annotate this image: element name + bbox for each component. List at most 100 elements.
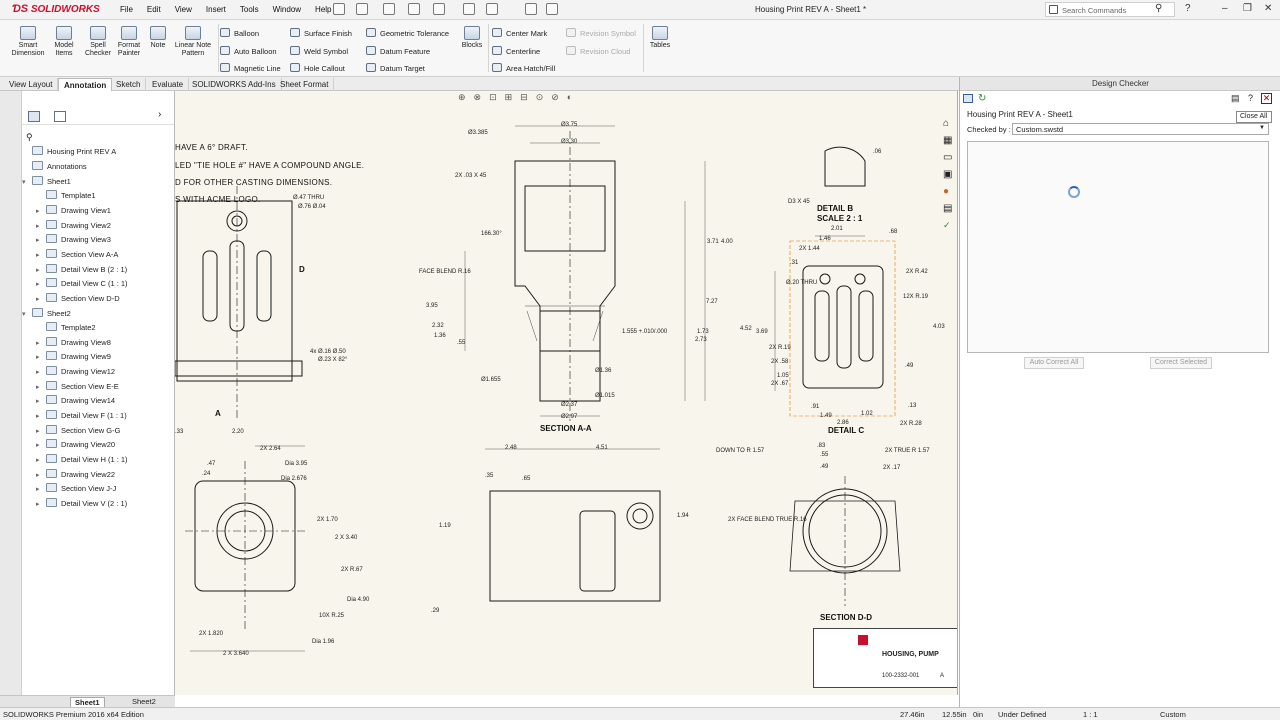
pin-icon[interactable] (333, 3, 345, 15)
dimension-text[interactable]: 7.27 (706, 299, 718, 305)
panel-options-icon[interactable]: ▤ (1231, 93, 1240, 104)
dimension-text[interactable]: 1.36 (434, 333, 446, 339)
save-icon[interactable] (408, 3, 420, 15)
title-block-revision[interactable]: A (940, 673, 944, 679)
tree-item[interactable]: ▸ Detail View F (1 : 1) (36, 410, 127, 424)
custom-properties-icon[interactable]: ▤ (943, 203, 952, 214)
tab-sheet-format[interactable]: Sheet Format (275, 78, 335, 91)
dimension-text[interactable]: 3.69 (756, 329, 768, 335)
dimension-text[interactable]: 1.555 +.010/.000 (622, 329, 667, 335)
section-a-a-label[interactable]: SECTION A-A (540, 424, 592, 433)
dimension-text[interactable]: 2X 1.44 (799, 246, 820, 252)
dimension-text[interactable]: 2X 2.64 (260, 446, 281, 452)
correct-selected-button[interactable]: Correct Selected (1150, 357, 1212, 369)
undo-icon[interactable] (463, 3, 475, 15)
menu-help[interactable]: Help (315, 5, 331, 14)
dimension-text[interactable]: FACE BLEND R.16 (419, 269, 471, 275)
dimension-text[interactable]: .06 (873, 149, 881, 155)
smart-dimension-button[interactable]: Smart Dimension (6, 22, 50, 58)
revision-cloud-button[interactable]: Revision Cloud (566, 46, 630, 56)
expand-arrow-icon[interactable]: ▸ (36, 500, 46, 508)
dimension-text[interactable]: .49 (820, 464, 828, 470)
panel-help-icon[interactable]: ? (1248, 93, 1253, 103)
dimension-text[interactable]: 1.49 (820, 413, 832, 419)
dimension-text[interactable]: .35 (485, 473, 493, 479)
dimension-text[interactable]: 2.86 (837, 420, 849, 426)
spell-checker-button[interactable]: Spell Checker (83, 22, 113, 58)
new-document-icon[interactable] (356, 3, 368, 15)
detail-b-label[interactable]: DETAIL B (817, 204, 853, 213)
check-results-area[interactable] (967, 141, 1269, 353)
expand-arrow-icon[interactable]: ▸ (36, 280, 46, 288)
dimension-text[interactable]: 4.51 (596, 445, 608, 451)
dimension-text[interactable]: Ø1.655 (481, 377, 501, 383)
select-arrow-icon[interactable] (486, 3, 498, 15)
tree-item[interactable]: ▾ Sheet1 (22, 175, 71, 190)
tree-item[interactable]: ▸ Detail View C (1 : 1) (36, 278, 128, 292)
dimension-text[interactable]: Ø1.015 (595, 393, 615, 399)
tree-item[interactable]: Annotations (22, 161, 87, 175)
dimension-text[interactable]: 166.30° (481, 231, 502, 237)
expand-arrow-icon[interactable]: ▸ (36, 236, 46, 244)
menu-window[interactable]: Window (273, 5, 301, 14)
dimension-text[interactable]: .91 (811, 404, 819, 410)
hole-callout-button[interactable]: Hole Callout (290, 63, 345, 73)
menu-edit[interactable]: Edit (147, 5, 161, 14)
dimension-text[interactable]: 2X FACE BLEND TRUE R.16 (728, 517, 807, 523)
dimension-text[interactable]: .31 (790, 260, 798, 266)
detail-c-label[interactable]: DETAIL C (828, 426, 864, 435)
dimension-text[interactable]: Ø3.30 (561, 139, 577, 145)
dimension-text[interactable]: 1.94 (677, 513, 689, 519)
dimension-text[interactable]: Dia 3.95 (285, 461, 307, 467)
dimension-text[interactable]: 2.32 (432, 323, 444, 329)
tree-item[interactable]: ▸ Section View E-E (36, 380, 119, 395)
expand-arrow-icon[interactable]: ▾ (22, 178, 32, 186)
expand-arrow-icon[interactable]: ▸ (36, 441, 46, 449)
save-report-icon[interactable] (963, 94, 973, 103)
dimension-text[interactable]: 12X R.19 (903, 294, 928, 300)
dimension-text[interactable]: 2 X 3.40 (335, 535, 357, 541)
file-explorer-icon[interactable]: ▭ (943, 152, 952, 163)
dimension-text[interactable]: 10X R.25 (319, 613, 344, 619)
help-icon[interactable]: ? (1185, 3, 1191, 14)
minimize-icon[interactable]: – (1222, 3, 1228, 14)
dimension-text[interactable]: 3.95 (426, 303, 438, 309)
dimension-text[interactable]: .24 (202, 471, 210, 477)
expand-arrow-icon[interactable]: ▸ (36, 207, 46, 215)
dimension-text[interactable]: 2.73 (695, 337, 707, 343)
dimension-text[interactable]: Ø3.385 (468, 130, 488, 136)
detail-b-scale[interactable]: SCALE 2 : 1 (817, 214, 862, 223)
dimension-text[interactable]: 2X .17 (883, 465, 900, 471)
search-icon[interactable]: ⚲ (1155, 3, 1162, 14)
expand-arrow-icon[interactable]: ▸ (36, 412, 46, 420)
dimension-text[interactable]: .65 (522, 476, 530, 482)
model-items-button[interactable]: Model Items (50, 22, 78, 58)
tree-item[interactable]: ▸ Detail View V (2 : 1) (36, 497, 127, 512)
expand-arrow-icon[interactable]: ▸ (36, 353, 46, 361)
tree-item[interactable]: ▸ Drawing View20 (36, 439, 115, 453)
dimension-text[interactable]: 2X .67 (771, 381, 788, 387)
expand-arrow-icon[interactable]: ▸ (36, 222, 46, 230)
tree-item[interactable]: ▸ Drawing View1 (36, 204, 111, 219)
expand-arrow-icon[interactable]: ▸ (36, 339, 46, 347)
tree-item[interactable]: ▸ Section View A-A (36, 248, 118, 263)
format-painter-button[interactable]: Format Painter (114, 22, 144, 58)
dimension-text[interactable]: Ø2.37 (561, 402, 577, 408)
tree-item[interactable]: ▸ Section View J-J (36, 483, 116, 497)
dimension-text[interactable]: 2X R.42 (906, 269, 928, 275)
dimension-text[interactable]: .55 (457, 340, 465, 346)
dimension-text[interactable]: 4.00 (721, 239, 733, 245)
area-hatch-fill-button[interactable]: Area Hatch/Fill (492, 63, 555, 73)
drawing-canvas[interactable]: ⊕⊗⊡⊞⊟⊙⊘◐ HAVE A 6° DRAFT. LED "TIE HOLE … (175, 91, 958, 695)
auto-correct-all-button[interactable]: Auto Correct All (1024, 357, 1084, 369)
datum-feature-button[interactable]: Datum Feature (366, 46, 430, 56)
dimension-text[interactable]: 1.02 (861, 411, 873, 417)
dimension-text[interactable]: Ø1.36 (595, 368, 611, 374)
expand-arrow-icon[interactable]: ▸ (36, 427, 46, 435)
tree-item[interactable]: ▸ Drawing View12 (36, 366, 115, 380)
solidworks-logo[interactable]: ƊS SOLIDWORKS (12, 3, 100, 15)
dimension-text[interactable]: .33 (175, 429, 183, 435)
weld-symbol-button[interactable]: Weld Symbol (290, 46, 348, 56)
menu-tools[interactable]: Tools (240, 5, 259, 14)
dimension-text[interactable]: Dia 2.676 (281, 476, 307, 482)
